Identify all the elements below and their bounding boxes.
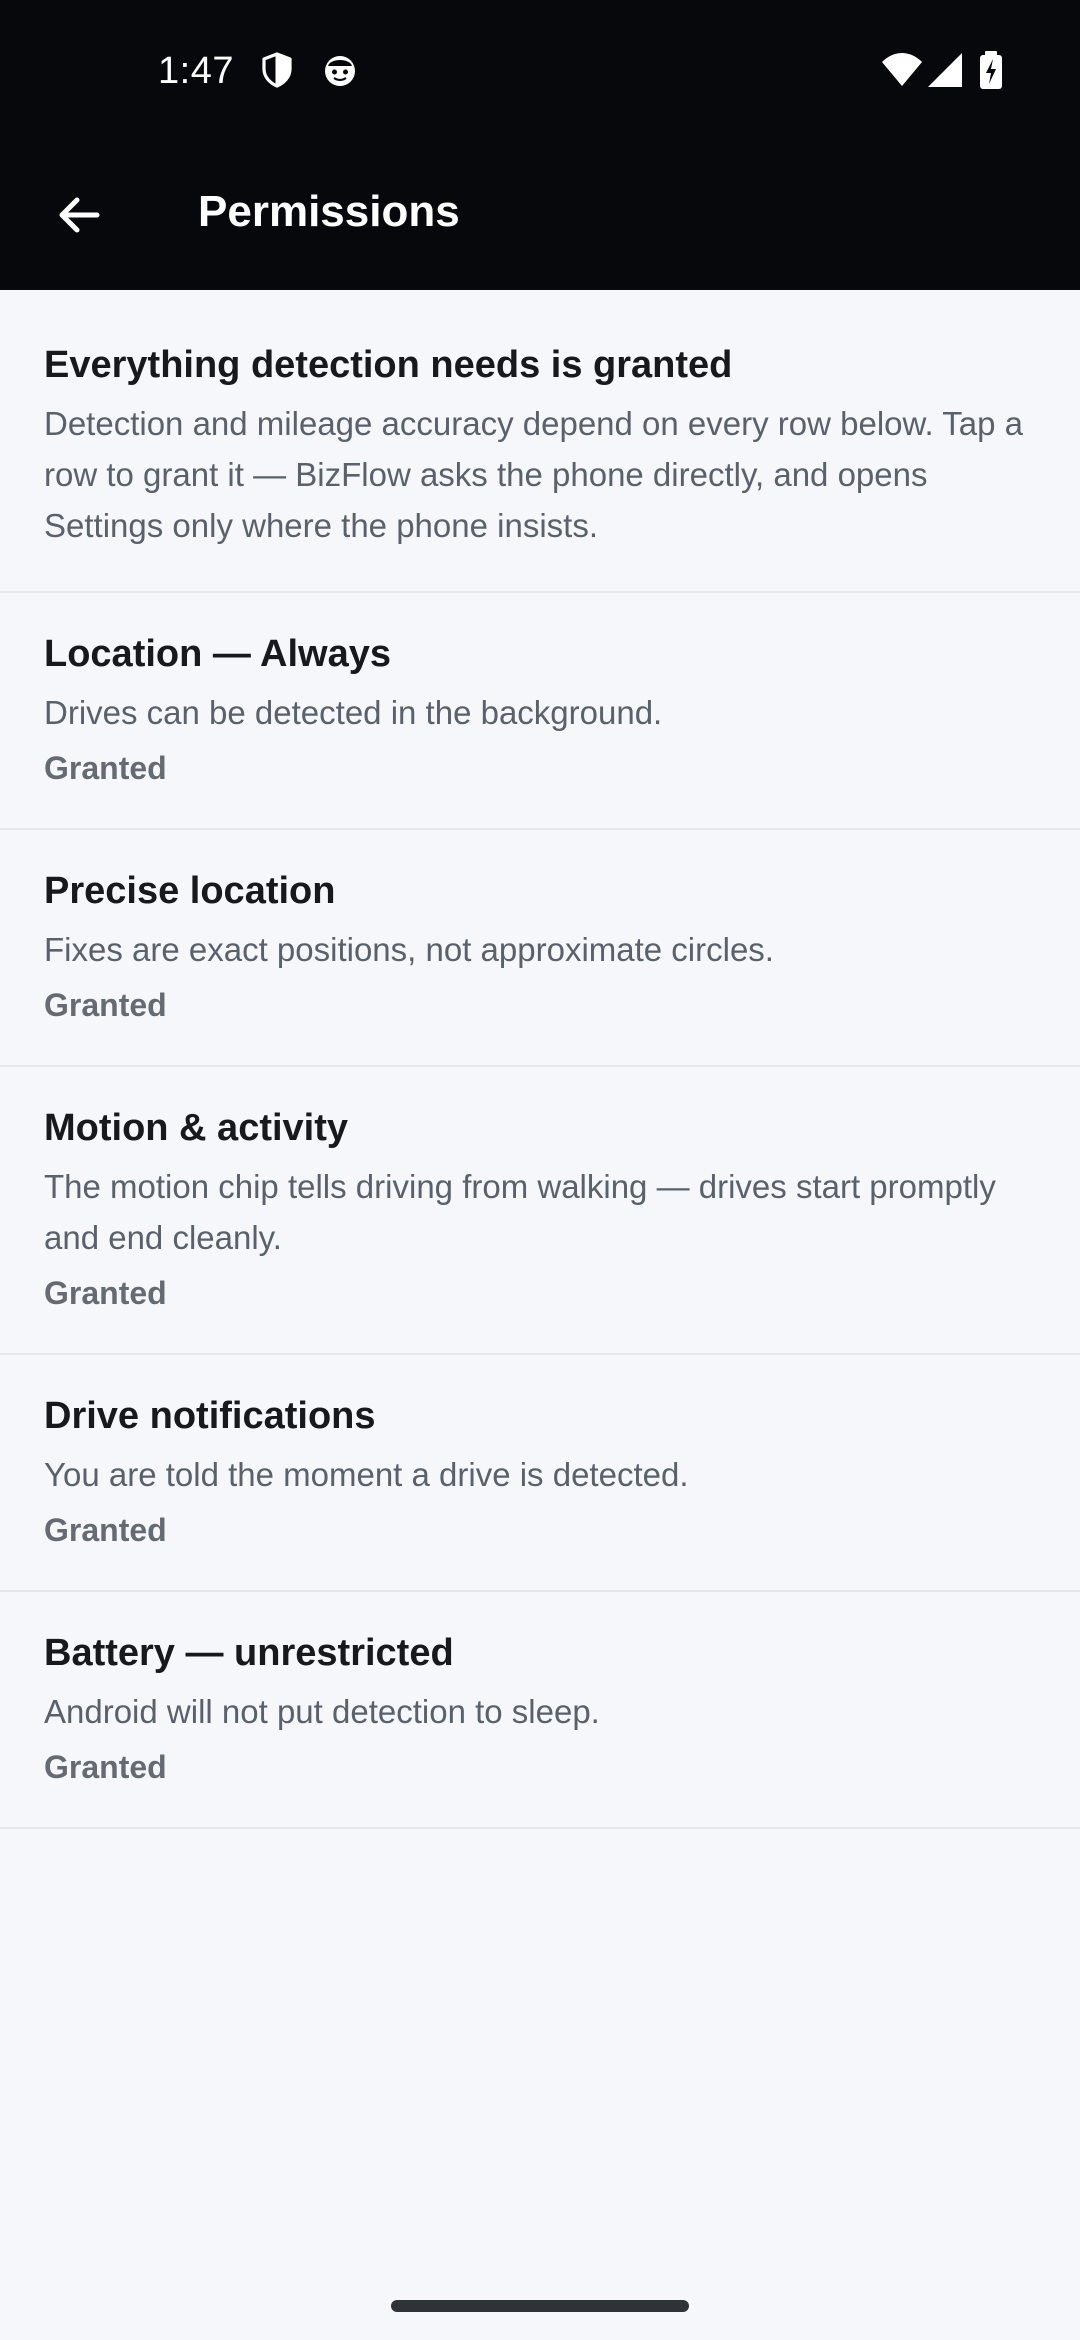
wifi-icon [882,53,922,86]
permission-row-precise-location[interactable]: Precise location Fixes are exact positio… [0,830,1080,1067]
status-bar: 1:47 [0,0,1080,140]
battery-charging-icon [980,51,1002,89]
permissions-list: Everything detection needs is granted De… [0,290,1080,1829]
permission-description: You are told the moment a drive is detec… [44,1456,689,1493]
permission-description: Fixes are exact positions, not approxima… [44,931,774,968]
permission-row-location-always[interactable]: Location — Always Drives can be detected… [0,593,1080,830]
permission-title: Motion & activity [44,1107,349,1149]
permission-status: Granted [44,987,167,1023]
back-button[interactable] [36,172,122,258]
permission-title: Precise location [44,870,336,912]
summary-title: Everything detection needs is granted [44,344,733,386]
status-time: 1:47 [158,50,234,92]
permission-title: Drive notifications [44,1395,376,1437]
permission-row-battery-unrestricted[interactable]: Battery — unrestricted Android will not … [0,1592,1080,1829]
page-title: Permissions [198,187,460,236]
permission-description: Drives can be detected in the background… [44,694,663,731]
permission-row-drive-notifications[interactable]: Drive notifications You are told the mom… [0,1355,1080,1592]
app-bar: Permissions [0,140,1080,290]
home-indicator[interactable] [391,2300,689,2312]
permission-description: The motion chip tells driving from walki… [44,1168,996,1256]
permission-status: Granted [44,1275,167,1311]
permission-title: Location — Always [44,633,391,675]
shield-icon [262,52,292,88]
permission-status: Granted [44,1749,167,1785]
permission-row-motion-activity[interactable]: Motion & activity The motion chip tells … [0,1067,1080,1355]
signal-icon [928,53,962,87]
permission-description: Android will not put detection to sleep. [44,1693,600,1730]
permission-status: Granted [44,750,167,786]
arrow-left-icon [59,197,100,233]
permission-status: Granted [44,1512,167,1548]
permission-title: Battery — unrestricted [44,1632,454,1674]
face-icon [325,56,355,86]
summary-section: Everything detection needs is granted De… [0,290,1080,593]
summary-text: Detection and mileage accuracy depend on… [44,405,1023,544]
